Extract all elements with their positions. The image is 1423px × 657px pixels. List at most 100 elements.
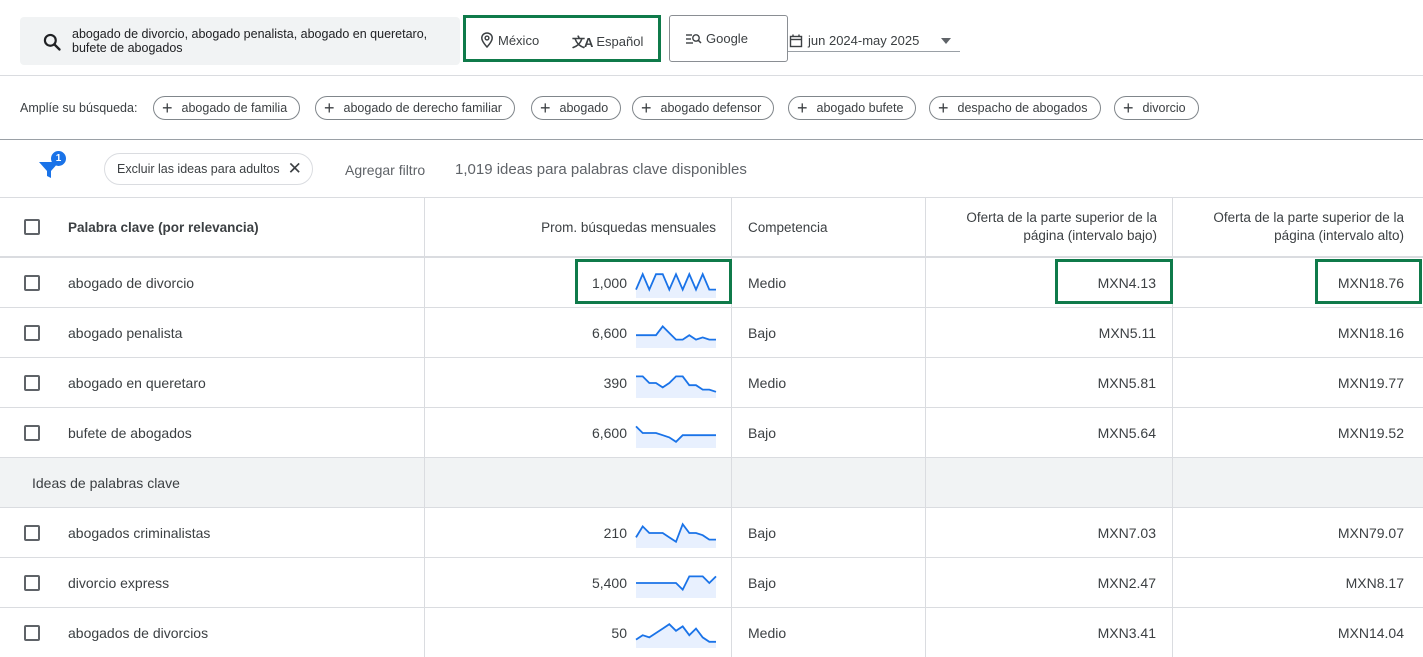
header-bid-high[interactable]: Oferta de la parte superior de la página… <box>1182 198 1404 256</box>
trend-sparkline <box>636 575 717 598</box>
location-language-box: México 文A Español <box>463 15 661 62</box>
keyword-cell: divorcio express <box>68 575 170 591</box>
keyword-search-box[interactable]: abogado de divorcio, abogado penalista, … <box>20 17 460 65</box>
section-header-row: Ideas de palabras clave <box>0 458 1423 508</box>
header-bid-low[interactable]: Oferta de la parte superior de la página… <box>935 198 1157 256</box>
chip-label: abogado defensor <box>660 101 762 115</box>
expand-search-bar: Amplíe su búsqueda: + abogado de familia … <box>0 76 1423 140</box>
trend-sparkline <box>635 425 716 448</box>
bid-high-cell: MXN19.52 <box>1337 425 1404 441</box>
searches-cell: 6,600 <box>591 425 627 441</box>
language-selector[interactable]: 文A Español <box>572 32 643 51</box>
competition-cell: Bajo <box>748 425 777 441</box>
table-row[interactable]: abogado en queretaro 390 Medio MXN5.81 M… <box>0 358 1423 408</box>
searches-cell: 5,400 <box>591 575 627 591</box>
header-keyword[interactable]: Palabra clave (por relevancia) <box>68 198 259 256</box>
chip-label: divorcio <box>1142 101 1186 115</box>
translate-icon: 文A <box>572 35 593 50</box>
trend-sparkline <box>635 623 716 648</box>
network-selector[interactable]: Google <box>669 15 788 62</box>
chip-label: abogado de familia <box>181 101 288 115</box>
row-checkbox[interactable] <box>24 375 40 391</box>
keyword-cell: abogado en queretaro <box>68 375 206 391</box>
bid-high-highlight-box <box>1315 259 1422 304</box>
top-bar: abogado de divorcio, abogado penalista, … <box>0 0 1423 76</box>
suggestion-chip[interactable]: + abogado defensor <box>632 96 775 120</box>
plus-icon: + <box>797 98 808 118</box>
column-divider <box>925 198 926 657</box>
suggestion-chip[interactable]: + abogado bufete <box>788 96 917 120</box>
table-header-row: Palabra clave (por relevancia) Prom. bús… <box>0 198 1423 258</box>
select-all-checkbox[interactable] <box>24 219 40 235</box>
bid-low-cell: MXN2.47 <box>1097 575 1156 591</box>
suggestion-chip[interactable]: + abogado de derecho familiar <box>315 96 515 120</box>
chip-label: abogado de derecho familiar <box>343 101 502 115</box>
suggestion-chip[interactable]: + divorcio <box>1114 96 1199 120</box>
competition-cell: Bajo <box>748 575 777 591</box>
table-row[interactable]: abogados de divorcios 50 Medio MXN3.41 M… <box>0 608 1423 657</box>
bid-high-cell: MXN14.04 <box>1337 625 1404 641</box>
table-row[interactable]: abogados criminalistas 210 Bajo MXN7.03 … <box>0 508 1423 558</box>
exclude-adult-filter-chip[interactable]: Excluir las ideas para adultos ✕ <box>104 153 313 185</box>
expand-search-label: Amplíe su búsqueda: <box>20 101 138 115</box>
plus-icon: + <box>1123 98 1134 118</box>
search-icon <box>43 33 61 51</box>
bid-high-cell: MXN79.07 <box>1337 525 1404 541</box>
searches-cell: 6,600 <box>591 325 627 341</box>
plus-icon: + <box>162 98 173 118</box>
suggestion-chip[interactable]: + abogado <box>531 96 622 120</box>
searches-cell: 50 <box>611 625 627 641</box>
network-label: Google <box>706 31 748 46</box>
row-checkbox[interactable] <box>24 275 40 291</box>
chip-label: abogado bufete <box>816 101 904 115</box>
close-icon[interactable]: ✕ <box>288 159 302 179</box>
filter-bar: 1 Excluir las ideas para adultos ✕ Agreg… <box>0 141 1423 198</box>
dropdown-arrow-icon <box>941 38 951 44</box>
row-checkbox[interactable] <box>24 525 40 541</box>
location-label: México <box>498 32 540 48</box>
chip-label: despacho de abogados <box>957 101 1088 115</box>
filter-count-badge: 1 <box>51 151 66 166</box>
plus-icon: + <box>938 98 949 118</box>
table-row[interactable]: bufete de abogados 6,600 Bajo MXN5.64 MX… <box>0 408 1423 458</box>
section-label: Ideas de palabras clave <box>32 475 180 491</box>
searches-highlight-box <box>575 259 732 304</box>
chip-label: abogado <box>559 101 609 115</box>
location-selector[interactable]: México <box>480 32 539 48</box>
bid-low-cell: MXN5.81 <box>1097 375 1156 391</box>
row-checkbox[interactable] <box>24 575 40 591</box>
column-divider <box>424 198 425 657</box>
keyword-cell: abogados de divorcios <box>68 625 209 641</box>
add-filter-button[interactable]: Agregar filtro <box>345 162 425 178</box>
suggestion-chip[interactable]: + despacho de abogados <box>929 96 1101 120</box>
header-searches[interactable]: Prom. búsquedas mensuales <box>425 198 716 256</box>
bid-high-cell: MXN8.17 <box>1345 575 1404 591</box>
plus-icon: + <box>641 98 652 118</box>
table-row[interactable]: abogado penalista 6,600 Bajo MXN5.11 MXN… <box>0 308 1423 358</box>
plus-icon: + <box>324 98 335 118</box>
searches-cell: 390 <box>603 375 627 391</box>
date-range-selector[interactable]: jun 2024-may 2025 <box>788 30 960 52</box>
bid-low-cell: MXN3.41 <box>1097 625 1156 641</box>
trend-sparkline <box>636 375 717 398</box>
bid-low-highlight-box <box>1055 259 1173 304</box>
exclude-adult-label: Excluir las ideas para adultos <box>117 162 280 176</box>
row-checkbox[interactable] <box>24 625 40 641</box>
keyword-search-text[interactable]: abogado de divorcio, abogado penalista, … <box>72 27 452 55</box>
table-row[interactable]: divorcio express 5,400 Bajo MXN2.47 MXN8… <box>0 558 1423 608</box>
keyword-cell: abogado de divorcio <box>68 275 195 291</box>
header-competition[interactable]: Competencia <box>748 198 828 256</box>
ideas-count-text: 1,019 ideas para palabras clave disponib… <box>455 161 747 178</box>
suggestion-chip[interactable]: + abogado de familia <box>153 96 301 120</box>
bid-low-cell: MXN5.11 <box>1098 325 1156 341</box>
keyword-cell: bufete de abogados <box>68 425 192 441</box>
bid-high-cell: MXN19.77 <box>1337 375 1404 391</box>
competition-cell: Medio <box>748 375 787 391</box>
trend-sparkline <box>636 325 716 348</box>
keyword-cell: abogado penalista <box>68 325 183 341</box>
row-checkbox[interactable] <box>24 425 40 441</box>
competition-cell: Medio <box>748 625 787 641</box>
bid-low-cell: MXN5.64 <box>1097 425 1156 441</box>
competition-cell: Medio <box>748 275 787 291</box>
row-checkbox[interactable] <box>24 325 40 341</box>
